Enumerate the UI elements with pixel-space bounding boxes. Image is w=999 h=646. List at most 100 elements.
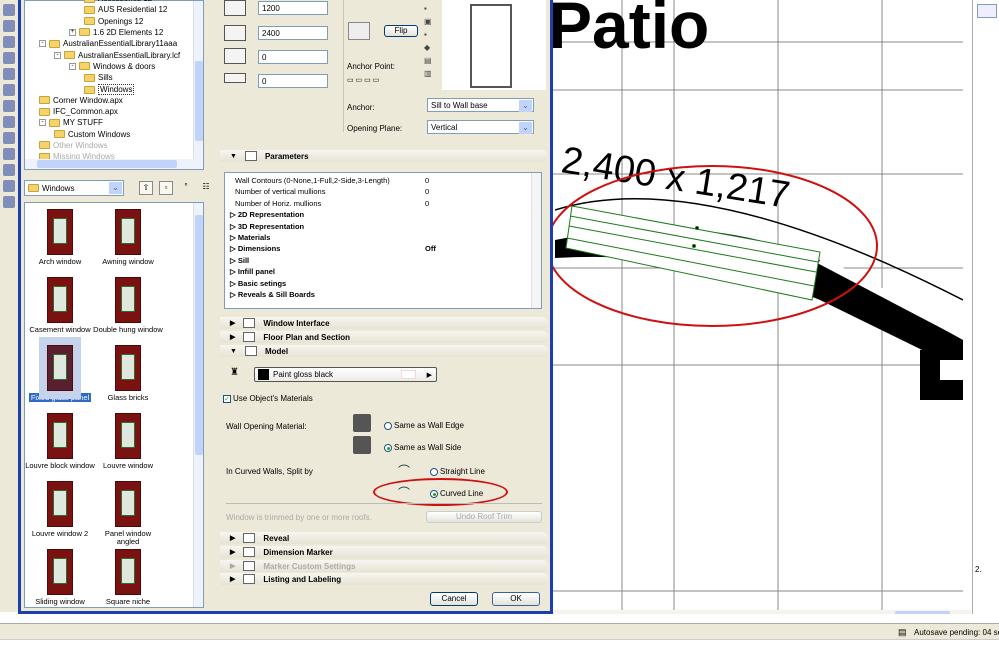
mesh-tool-icon[interactable] [3, 116, 15, 128]
tree-node[interactable]: - AustralianEssentialLibrary.lcf [54, 51, 180, 60]
section-listing-labeling[interactable]: ▶ Listing and Labeling [220, 573, 548, 585]
section-model[interactable]: ▼ Model [220, 345, 548, 357]
folder-up-icon[interactable]: ⇧ [139, 181, 153, 195]
parameter-value[interactable]: 0 [425, 176, 429, 185]
sill-height-field[interactable]: 0 [258, 50, 328, 64]
library-item[interactable]: Square niche [93, 549, 163, 606]
navigator-panel[interactable]: 2. [972, 0, 999, 622]
expander-icon[interactable]: - [39, 119, 46, 127]
large-icons-view-icon[interactable]: ▫ [159, 181, 173, 195]
tree-node[interactable]: Custom Windows [54, 130, 130, 139]
tree-node[interactable]: Sills [84, 73, 113, 82]
material-picker[interactable]: Paint gloss black ▶ [254, 367, 437, 382]
navigator-menu-icon[interactable] [977, 4, 997, 18]
parameter-row[interactable]: ▷ Reveals & Sill Boards [230, 290, 315, 299]
library-item[interactable]: Louvre block window [25, 413, 95, 470]
section-dimension-marker[interactable]: ▶ Dimension Marker [220, 546, 548, 558]
tree-node[interactable]: AUS Residential 12 [84, 5, 167, 14]
section-floor-plan[interactable]: ▶ Floor Plan and Section [220, 331, 548, 343]
small-icons-view-icon[interactable]: ° [179, 181, 193, 195]
roof-tool-icon[interactable] [3, 68, 15, 80]
parameters-list[interactable]: Wall Contours (0-None,1-Full,2-Side,3-Le… [224, 172, 542, 309]
door-tool-icon[interactable] [3, 20, 15, 32]
tree-node[interactable]: Corner Window.apx [39, 96, 123, 105]
library-item[interactable]: Awning window [93, 209, 163, 266]
list-view-icon[interactable]: ☷ [199, 181, 213, 195]
wall-tool-icon[interactable] [3, 4, 15, 16]
parameter-value[interactable]: Off [425, 244, 436, 253]
parameter-row[interactable]: ▷ Infill panel [230, 267, 275, 276]
section-marker-custom-settings[interactable]: ▶ Marker Custom Settings [220, 560, 548, 572]
opening-plane-select[interactable]: Vertical ⌄ [427, 120, 534, 134]
section-reveal[interactable]: ▶ Reveal [220, 532, 548, 544]
radio-same-as-wall-edge[interactable]: Same as Wall Edge [384, 421, 464, 430]
library-tree[interactable]: Accessories 12 AUS Residential 12 Openings… [24, 0, 204, 170]
expander-icon[interactable]: - [39, 40, 46, 48]
parameter-row[interactable]: ▷ Dimensions [230, 244, 280, 253]
parameter-row[interactable]: Number of vertical mullions [235, 187, 325, 196]
slab-tool-icon[interactable] [3, 100, 15, 112]
tree-node[interactable]: - Windows & doors [69, 62, 155, 71]
parameter-row[interactable]: ▷ Materials [230, 233, 270, 242]
parameter-row[interactable]: Wall Contours (0-None,1-Full,2-Side,3-Le… [235, 176, 390, 185]
library-item[interactable]: Panel window angled [93, 481, 163, 546]
ok-button[interactable]: OK [492, 592, 540, 606]
height-field[interactable]: 2400 [258, 26, 328, 40]
width-field[interactable]: 1200 [258, 1, 328, 15]
window-tool-icon[interactable] [3, 36, 15, 48]
radio-same-as-wall-side[interactable]: Same as Wall Side [384, 443, 461, 452]
library-item-grid[interactable]: Arch window Awning window Casement window D… [24, 202, 204, 608]
expand-triangle-icon: ▷ [230, 255, 238, 265]
parameter-row[interactable]: ▷ Sill [230, 256, 249, 265]
stair-tool-icon[interactable] [3, 52, 15, 64]
radio-straight-line[interactable]: Straight Line [430, 467, 485, 476]
library-folder-select[interactable]: Windows ⌄ [24, 180, 124, 196]
expander-icon[interactable]: - [54, 51, 61, 59]
section-parameters[interactable]: ▼ Parameters [220, 150, 548, 162]
line-tool-icon[interactable] [3, 164, 15, 176]
tree-node[interactable]: Other Windows [39, 141, 108, 150]
use-object-materials-checkbox[interactable]: ✓ Use Object's Materials [223, 394, 313, 403]
cancel-button[interactable]: Cancel [430, 592, 478, 606]
tree-node[interactable]: - AustralianEssentialLibrary11aaa [39, 39, 177, 48]
parameter-row[interactable]: Number of Horiz. mullions [235, 199, 321, 208]
tree-node[interactable]: +1.6 2D Elements 12 [69, 28, 163, 37]
anchor-point-icons[interactable]: ▭ ▭ ▭ ▭ [347, 76, 379, 84]
floor-plan-canvas[interactable]: Patio 2,400 x 1,217 [551, 0, 963, 612]
flip-button[interactable]: Flip [384, 25, 418, 37]
tree-node[interactable]: Openings 12 [84, 17, 143, 26]
tree-hscroll[interactable] [25, 159, 203, 169]
tree-node[interactable]: - MY STUFF [39, 118, 103, 127]
arc-tool-icon[interactable] [3, 180, 15, 192]
tree-node[interactable]: Accessories 12 [84, 0, 152, 3]
library-item[interactable]: Louvre window [93, 413, 163, 470]
parameter-row[interactable]: ▷ 2D Representation [230, 210, 304, 219]
parameter-value[interactable]: 0 [425, 199, 429, 208]
parameter-row[interactable]: ▷ 3D Representation [230, 222, 304, 231]
library-item[interactable]: Casement window [25, 277, 95, 334]
tree-node[interactable]: IFC_Common.apx [39, 107, 118, 116]
parameter-value[interactable]: 0 [425, 187, 429, 196]
anchor-select[interactable]: Sill to Wall base ⌄ [427, 98, 534, 112]
window-thumbnail-icon [47, 481, 73, 527]
library-item[interactable]: Double hung window [93, 277, 163, 334]
expander-icon[interactable]: - [69, 62, 76, 70]
view-toolbar[interactable] [0, 614, 999, 623]
expander-icon[interactable]: + [69, 28, 76, 36]
library-item[interactable]: Louvre window 2 [25, 481, 95, 538]
beam-tool-icon[interactable] [3, 84, 15, 96]
fill-tool-icon[interactable] [3, 196, 15, 208]
library-item[interactable]: Glass bricks [93, 345, 163, 402]
preview-mode-icons[interactable]: ▪ ▣ ▪ ◆ ▤ ▥ [424, 2, 434, 82]
section-window-interface[interactable]: ▶ Window Interface [220, 317, 548, 329]
library-item[interactable]: Fixed glass panel [25, 337, 95, 402]
tree-node[interactable]: Windows [84, 84, 135, 96]
undo-roof-trim-button[interactable]: Undo Roof Trim [426, 511, 542, 523]
dimension-tool-icon[interactable] [3, 132, 15, 144]
library-item[interactable]: Sliding window [25, 549, 95, 606]
library-item[interactable]: Arch window [25, 209, 95, 266]
reveal-depth-field[interactable]: 0 [258, 74, 328, 88]
navigator-field[interactable]: 2. [975, 565, 982, 574]
parameter-row[interactable]: ▷ Basic setings [230, 279, 286, 288]
text-tool-icon[interactable] [3, 148, 15, 160]
